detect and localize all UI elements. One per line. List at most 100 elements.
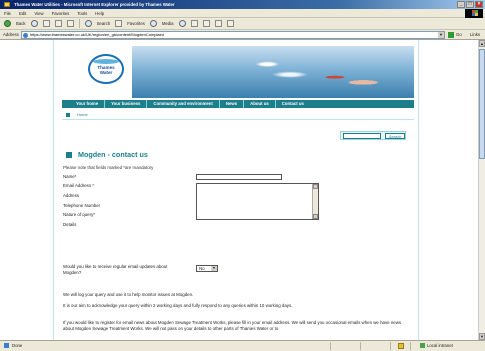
address-url: https://www.thameswater.co.uk/UK/region/… xyxy=(30,32,164,37)
paragraph-email-news: If you would like to register for email … xyxy=(63,320,402,331)
email-label: Email Address * xyxy=(63,183,94,188)
go-label: Go xyxy=(456,32,462,37)
updates-dropdown-icon[interactable]: ▼ xyxy=(211,266,217,271)
search-button-label[interactable]: Search xyxy=(97,21,111,26)
scroll-down-icon[interactable]: ▼ xyxy=(479,333,485,340)
menu-edit[interactable]: Edit xyxy=(19,9,26,17)
status-bar: Done Local intranet xyxy=(0,340,485,351)
address-label: Address xyxy=(3,32,19,37)
page-border-right xyxy=(418,40,419,340)
page-scrollbar[interactable]: ▲ ▼ xyxy=(478,40,485,340)
logo-wave-icon xyxy=(93,59,119,64)
refresh-icon[interactable] xyxy=(54,20,62,27)
home-icon[interactable] xyxy=(66,20,74,27)
site-search-button[interactable]: Search xyxy=(385,133,405,139)
back-button-label[interactable]: Back xyxy=(16,21,26,26)
address-dropdown-icon[interactable]: ▼ xyxy=(438,32,444,38)
status-page-icon xyxy=(4,343,9,348)
site-search-input[interactable] xyxy=(343,133,381,139)
breadcrumb-home-link[interactable]: Home xyxy=(77,112,88,117)
details-label: Details xyxy=(63,222,77,227)
print-icon[interactable] xyxy=(202,20,210,27)
menu-favorites[interactable]: Favorites xyxy=(52,9,70,17)
minimize-button[interactable]: _ xyxy=(457,1,465,8)
page-icon xyxy=(23,33,28,38)
status-text: Done xyxy=(12,343,23,348)
menu-file[interactable]: File xyxy=(4,9,11,17)
details-scroll-up-icon[interactable] xyxy=(313,184,318,189)
updates-select[interactable]: No ▼ xyxy=(196,265,218,272)
address-input[interactable]: https://www.thameswater.co.uk/UK/region/… xyxy=(21,31,445,39)
name-field[interactable] xyxy=(196,174,282,180)
breadcrumb: Home xyxy=(62,110,414,120)
history-icon[interactable] xyxy=(178,20,186,27)
scroll-up-icon[interactable]: ▲ xyxy=(479,40,485,47)
details-scroll-down-icon[interactable] xyxy=(313,214,318,219)
mail-icon[interactable] xyxy=(190,20,198,27)
toolbar-divider xyxy=(78,19,80,28)
address-field-label: Address xyxy=(63,193,80,198)
title-square-icon xyxy=(66,152,72,158)
page-title: Mogden - contact us xyxy=(66,150,148,159)
windows-logo-icon xyxy=(465,9,483,18)
updates-select-value: No xyxy=(199,266,205,271)
window-controls: _ □ × xyxy=(457,1,483,8)
edit-icon[interactable] xyxy=(214,20,222,27)
nav-about-us[interactable]: About us xyxy=(244,100,276,108)
go-button[interactable]: Go xyxy=(448,30,462,40)
zone-text: Local intranet xyxy=(427,343,453,348)
go-arrow-icon xyxy=(448,31,454,38)
favorites-icon[interactable] xyxy=(115,20,123,27)
status-divider xyxy=(410,342,411,350)
menu-view[interactable]: View xyxy=(34,9,43,17)
discuss-icon[interactable] xyxy=(226,20,234,27)
site-navigation: Your home Your business Community and en… xyxy=(62,100,414,108)
stop-icon[interactable] xyxy=(42,20,50,27)
mandatory-note: Please note that fields marked *are mand… xyxy=(63,165,154,170)
nav-news[interactable]: News xyxy=(220,100,245,108)
site-search: Search xyxy=(340,131,406,140)
status-divider xyxy=(330,342,331,350)
security-zone: Local intranet xyxy=(420,341,453,351)
logo-text-line2: Water xyxy=(99,70,113,75)
intranet-icon xyxy=(420,343,425,348)
links-button[interactable]: Links xyxy=(470,30,480,40)
name-label: Name* xyxy=(63,174,77,179)
nature-of-query-label: Nature of query* xyxy=(63,212,95,217)
breadcrumb-arrow-icon xyxy=(66,113,70,117)
page-border-left xyxy=(53,40,54,340)
search-icon[interactable] xyxy=(84,20,92,27)
nav-your-business[interactable]: Your business xyxy=(105,100,148,108)
telephone-label: Telephone Number xyxy=(63,203,101,208)
favorites-button-label[interactable]: Favorites xyxy=(127,21,145,26)
media-icon[interactable] xyxy=(149,20,157,27)
ie-app-icon xyxy=(4,2,10,7)
window-title: Thames Water Utilities - Microsoft Inter… xyxy=(14,2,175,7)
forward-icon[interactable] xyxy=(30,20,38,27)
paragraph-log-query: We will log your query and use it to hel… xyxy=(63,292,194,297)
nav-community-environment[interactable]: Community and environment xyxy=(147,100,220,108)
details-scrollbar[interactable] xyxy=(312,184,318,219)
back-icon[interactable] xyxy=(4,20,11,27)
window-titlebar: Thames Water Utilities - Microsoft Inter… xyxy=(0,0,485,9)
page-title-text: Mogden - contact us xyxy=(78,150,148,159)
thames-water-logo[interactable]: Thames Water xyxy=(88,54,124,84)
media-button-label[interactable]: Media xyxy=(162,21,174,26)
nav-contact-us[interactable]: Contact us xyxy=(276,100,310,108)
close-button[interactable]: × xyxy=(475,1,483,8)
banner-tap-photo xyxy=(132,46,414,98)
site-banner: Thames Water xyxy=(62,46,414,98)
address-bar: Address https://www.thameswater.co.uk/UK… xyxy=(0,30,485,40)
scroll-thumb[interactable] xyxy=(479,49,485,159)
updates-label: Would you like to receive regular email … xyxy=(63,264,168,275)
nav-your-home[interactable]: Your home xyxy=(62,100,106,108)
status-done: Done xyxy=(4,341,22,351)
status-divider xyxy=(390,342,391,350)
menu-tools[interactable]: Tools xyxy=(77,9,87,17)
details-textarea[interactable] xyxy=(196,183,319,220)
lock-icon xyxy=(398,343,404,349)
menu-bar: File Edit View Favorites Tools Help xyxy=(0,9,485,18)
menu-help[interactable]: Help xyxy=(95,9,104,17)
status-divider xyxy=(360,342,361,350)
maximize-button[interactable]: □ xyxy=(466,1,474,8)
